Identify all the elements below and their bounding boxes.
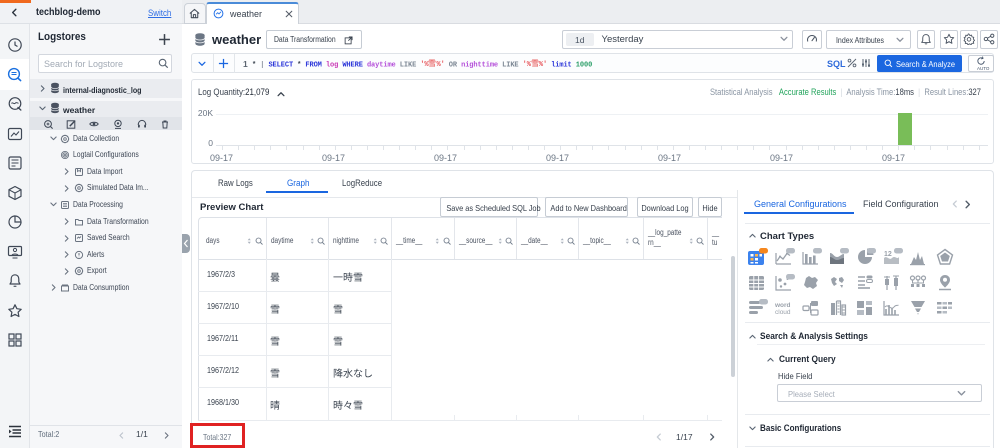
svg-text:12: 12 xyxy=(884,251,892,258)
svg-text:word: word xyxy=(775,302,791,309)
svg-text:cloud: cloud xyxy=(775,309,791,316)
